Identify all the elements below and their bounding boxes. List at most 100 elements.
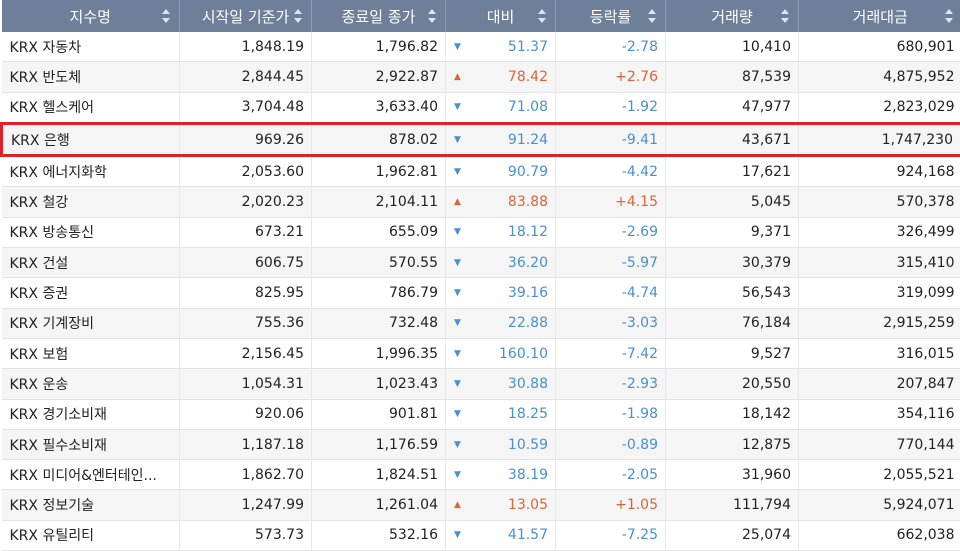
col-header-trade-amount[interactable]: 거래대금 [799, 0, 960, 32]
header-label: 종료일 종가 [342, 6, 416, 27]
change-rate-cell: -3.03 [556, 308, 666, 338]
start-price-cell: 1,862.70 [180, 460, 312, 490]
start-price-cell: 1,848.19 [180, 32, 312, 62]
table-row[interactable]: KRX 방송통신673.21655.09▼18.12-2.699,371326,… [2, 217, 960, 247]
volume-cell: 25,074 [666, 520, 799, 550]
sort-icon[interactable] [648, 9, 656, 23]
table-row[interactable]: KRX 반도체2,844.452,922.87▲78.42+2.7687,539… [2, 62, 960, 92]
end-price-cell: 2,104.11 [312, 187, 446, 217]
volume-cell: 5,045 [666, 187, 799, 217]
col-header-change-rate[interactable]: 등락률 [556, 0, 666, 32]
table-row[interactable]: KRX 기계장비755.36732.48▼22.88-3.0376,1842,9… [2, 308, 960, 338]
change-cell: ▼51.37 [446, 32, 556, 62]
change-value: 36.20 [508, 255, 548, 271]
index-name-cell: KRX 보험 [2, 338, 180, 368]
index-name-cell: KRX 방송통신 [2, 217, 180, 247]
start-price-cell: 2,020.23 [180, 187, 312, 217]
sort-icon[interactable] [294, 9, 302, 23]
index-name-cell: KRX 유틸리티 [2, 520, 180, 550]
triangle-up-icon: ▲ [454, 72, 461, 82]
col-header-index-name[interactable]: 지수명 [2, 0, 180, 32]
change-value: 30.88 [508, 376, 548, 392]
end-price-cell: 901.81 [312, 399, 446, 429]
trade-amount-cell: 354,116 [799, 399, 960, 429]
volume-cell: 20,550 [666, 369, 799, 399]
table-row[interactable]: KRX 철강2,020.232,104.11▲83.88+4.155,04557… [2, 187, 960, 217]
table-row[interactable]: KRX 유틸리티573.73532.16▼41.57-7.2525,074662… [2, 520, 960, 550]
trade-amount-cell: 662,038 [799, 520, 960, 550]
table-body: KRX 자동차1,848.191,796.82▼51.37-2.7810,410… [2, 32, 960, 551]
trade-amount-cell: 924,168 [799, 156, 960, 187]
triangle-up-icon: ▲ [454, 197, 461, 207]
start-price-cell: 673.21 [180, 217, 312, 247]
col-header-end-price[interactable]: 종료일 종가 [312, 0, 446, 32]
col-header-start-price[interactable]: 시작일 기준가 [180, 0, 312, 32]
sort-icon[interactable] [945, 9, 953, 23]
table-row[interactable]: KRX 자동차1,848.191,796.82▼51.37-2.7810,410… [2, 32, 960, 62]
change-value: 90.79 [508, 164, 548, 180]
change-rate-cell: -1.92 [556, 92, 666, 123]
start-price-cell: 1,187.18 [180, 429, 312, 459]
index-name-cell: KRX 반도체 [2, 62, 180, 92]
triangle-up-icon: ▲ [454, 500, 461, 510]
header-label: 대비 [487, 6, 515, 27]
table-row[interactable]: KRX 정보기술1,247.991,261.04▲13.05+1.05111,7… [2, 490, 960, 520]
change-cell: ▼10.59 [446, 429, 556, 459]
table-row[interactable]: KRX 에너지화학2,053.601,962.81▼90.79-4.4217,6… [2, 156, 960, 187]
trade-amount-cell: 4,875,952 [799, 62, 960, 92]
sort-icon[interactable] [428, 9, 436, 23]
sort-icon[interactable] [162, 9, 170, 23]
table-row[interactable]: KRX 건설606.75570.55▼36.20-5.9730,379315,4… [2, 248, 960, 278]
change-rate-cell: -2.69 [556, 217, 666, 247]
volume-cell: 31,960 [666, 460, 799, 490]
change-value: 13.05 [508, 497, 548, 513]
volume-cell: 56,543 [666, 278, 799, 308]
col-header-change[interactable]: 대비 [446, 0, 556, 32]
index-name-cell: KRX 은행 [2, 123, 180, 155]
end-price-cell: 1,962.81 [312, 156, 446, 187]
volume-cell: 12,875 [666, 429, 799, 459]
change-rate-cell: -9.41 [556, 123, 666, 155]
change-value: 71.08 [508, 99, 548, 115]
volume-cell: 17,621 [666, 156, 799, 187]
change-rate-cell: -2.78 [556, 32, 666, 62]
table-row[interactable]: KRX 은행969.26878.02▼91.24-9.4143,6711,747… [2, 123, 960, 155]
end-price-cell: 2,922.87 [312, 62, 446, 92]
change-cell: ▲83.88 [446, 187, 556, 217]
trade-amount-cell: 2,823,029 [799, 92, 960, 123]
header-label: 지수명 [70, 6, 111, 27]
change-cell: ▼18.25 [446, 399, 556, 429]
end-price-cell: 786.79 [312, 278, 446, 308]
change-rate-cell: -7.42 [556, 338, 666, 368]
triangle-down-icon: ▼ [454, 530, 461, 540]
index-name-cell: KRX 필수소비재 [2, 429, 180, 459]
start-price-cell: 3,704.48 [180, 92, 312, 123]
end-price-cell: 878.02 [312, 123, 446, 155]
change-rate-cell: -1.98 [556, 399, 666, 429]
index-name-cell: KRX 철강 [2, 187, 180, 217]
sort-icon[interactable] [781, 9, 789, 23]
triangle-down-icon: ▼ [454, 227, 461, 237]
col-header-volume[interactable]: 거래량 [666, 0, 799, 32]
change-cell: ▼39.16 [446, 278, 556, 308]
trade-amount-cell: 1,747,230 [799, 123, 960, 155]
change-value: 18.25 [508, 406, 548, 422]
change-value: 18.12 [508, 224, 548, 240]
table-row[interactable]: KRX 미디어&엔터테인...1,862.701,824.51▼38.19-2.… [2, 460, 960, 490]
sort-icon[interactable] [538, 9, 546, 23]
change-rate-cell: +2.76 [556, 62, 666, 92]
end-price-cell: 570.55 [312, 248, 446, 278]
table-row[interactable]: KRX 경기소비재920.06901.81▼18.25-1.9818,14235… [2, 399, 960, 429]
volume-cell: 9,371 [666, 217, 799, 247]
change-value: 91.24 [508, 132, 548, 148]
table-row[interactable]: KRX 운송1,054.311,023.43▼30.88-2.9320,5502… [2, 369, 960, 399]
table-row[interactable]: KRX 보험2,156.451,996.35▼160.10-7.429,5273… [2, 338, 960, 368]
table-row[interactable]: KRX 증권825.95786.79▼39.16-4.7456,543319,0… [2, 278, 960, 308]
index-name-cell: KRX 건설 [2, 248, 180, 278]
trade-amount-cell: 5,924,071 [799, 490, 960, 520]
table-row[interactable]: KRX 헬스케어3,704.483,633.40▼71.08-1.9247,97… [2, 92, 960, 123]
triangle-down-icon: ▼ [454, 349, 461, 359]
triangle-down-icon: ▼ [454, 470, 461, 480]
table-row[interactable]: KRX 필수소비재1,187.181,176.59▼10.59-0.8912,8… [2, 429, 960, 459]
header-label: 거래량 [711, 6, 752, 27]
